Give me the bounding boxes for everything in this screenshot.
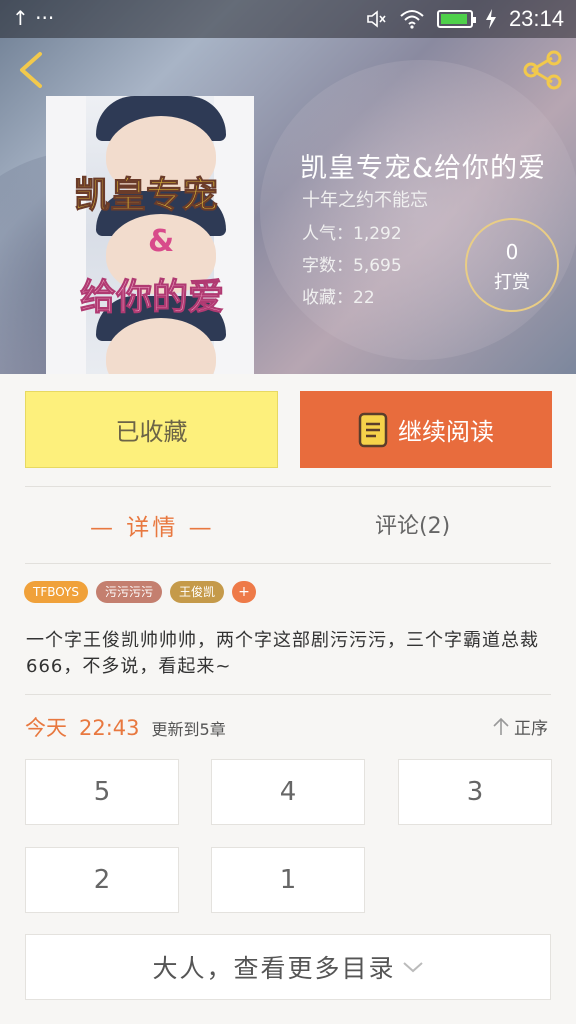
update-count: 更新到5章: [151, 720, 226, 739]
update-time: 22:43: [79, 716, 140, 740]
chapter-button-5[interactable]: 5: [25, 759, 179, 825]
add-tag-button[interactable]: +: [232, 581, 257, 603]
charging-icon: [485, 9, 496, 29]
divider: [25, 486, 551, 487]
cover-title-line: 凯皇专宠: [73, 175, 219, 217]
back-icon[interactable]: [14, 50, 50, 90]
book-title: 凯皇专宠&给你的爱: [300, 153, 547, 184]
battery-icon: [436, 10, 476, 28]
tip-count: 0: [505, 240, 519, 264]
word-count-stat: 字数：5,695: [302, 256, 402, 276]
book-header: ↑ ··· 23:14 凯皇专宠 & 给你的爱 凯皇专宠&给你的爱 十年之约不能…: [0, 0, 576, 374]
favorited-label: 已收藏: [115, 418, 188, 446]
cover-title-line: &: [148, 224, 175, 259]
status-left-icons: ↑ ···: [12, 6, 55, 30]
tab-details[interactable]: — 详情 —: [90, 508, 215, 542]
favorites-stat: 收藏：22: [302, 288, 375, 308]
status-time: 23:14: [508, 6, 564, 31]
continue-reading-label: 继续阅读: [398, 418, 494, 446]
tag-tfboys[interactable]: TFBOYS: [24, 581, 88, 603]
sort-order-toggle[interactable]: 正序: [492, 714, 548, 739]
book-cover[interactable]: 凯皇专宠 & 给你的爱: [46, 96, 254, 374]
favorited-button[interactable]: 已收藏: [25, 391, 278, 468]
cover-art: [46, 96, 86, 374]
chapter-button-1[interactable]: 1: [211, 847, 365, 913]
tag-wuwu[interactable]: 污污污污: [96, 581, 163, 603]
tag-wangjunkai[interactable]: 王俊凯: [170, 581, 225, 603]
more-chapters-button[interactable]: 大人，查看更多目录: [25, 934, 551, 1000]
cover-title-line: 给你的爱: [79, 277, 225, 319]
tip-label: 打赏: [494, 272, 530, 293]
tip-button[interactable]: 0 打赏: [465, 218, 559, 312]
chapter-button-3[interactable]: 3: [398, 759, 552, 825]
chapter-button-2[interactable]: 2: [25, 847, 179, 913]
share-icon[interactable]: [522, 50, 566, 90]
book-subtitle: 十年之约不能忘: [302, 190, 428, 211]
update-day: 今天: [25, 716, 67, 740]
chevron-down-icon: [402, 962, 423, 973]
chapter-button-4[interactable]: 4: [211, 759, 365, 825]
popularity-stat: 人气：1,292: [302, 224, 402, 244]
mute-icon: [367, 10, 386, 28]
more-chapters-label: 大人，查看更多目录: [152, 954, 396, 983]
book-icon: [358, 412, 388, 447]
divider: [25, 563, 551, 564]
tab-comments[interactable]: 评论(2): [375, 508, 450, 540]
continue-reading-button[interactable]: 继续阅读: [300, 391, 552, 468]
book-description: 一个字王俊凯帅帅帅，两个字这部剧污污污，三个字霸道总裁666，不多说，看起来~: [26, 630, 539, 677]
sort-order-label: 正序: [514, 719, 548, 739]
update-info: 今天 22:43 更新到5章: [25, 712, 226, 742]
up-arrow-icon: [493, 717, 509, 735]
wifi-icon: [400, 10, 424, 29]
divider: [25, 694, 551, 695]
status-bar: ↑ ··· 23:14: [0, 0, 576, 38]
tag-list: TFBOYS 污污污污 王俊凯 +: [24, 581, 257, 603]
